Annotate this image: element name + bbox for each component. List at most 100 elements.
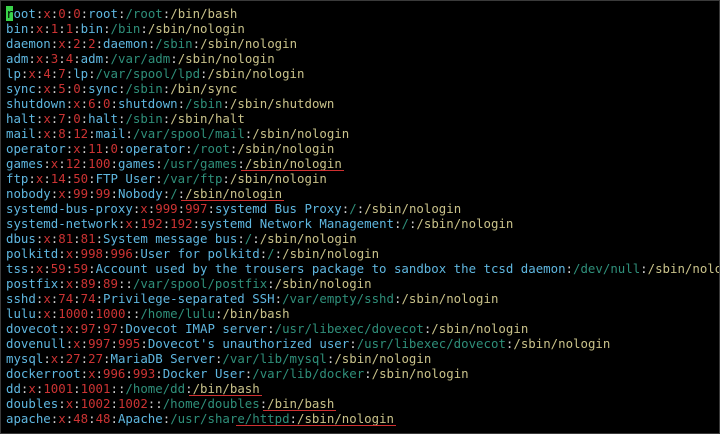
passwd-username: operator (6, 141, 66, 156)
passwd-gecos: daemon (103, 36, 148, 51)
passwd-username: daemon (6, 36, 51, 51)
field-separator: : (185, 141, 193, 156)
field-separator: : (125, 306, 133, 321)
passwd-line: mysql:x:27:27:MariaDB Server:/var/lib/my… (6, 351, 719, 366)
passwd-password-field: x (43, 306, 51, 321)
passwd-uid: 7 (58, 111, 66, 126)
passwd-gid: 100 (88, 156, 111, 171)
passwd-gid: 89 (103, 276, 118, 291)
field-separator: : (110, 156, 118, 171)
passwd-uid: 192 (140, 216, 163, 231)
passwd-home-dir: /var/spool/lpd (95, 66, 201, 81)
field-separator: : (88, 126, 96, 141)
passwd-gecos: Docker User (162, 366, 245, 381)
field-separator: : (110, 96, 118, 111)
field-separator: : (140, 21, 148, 36)
passwd-uid: 48 (73, 411, 89, 426)
passwd-username: sshd (6, 291, 36, 306)
passwd-home-dir: /sbin (155, 36, 193, 51)
passwd-uid: 11 (88, 141, 104, 156)
passwd-gecos: systemd Bus Proxy (214, 201, 342, 216)
field-separator: : (640, 261, 648, 276)
passwd-username: doubles (6, 396, 59, 411)
passwd-shell: /sbin/nologin (244, 156, 342, 171)
field-separator: : (289, 411, 298, 426)
passwd-shell: /sbin/nologin (237, 141, 335, 156)
passwd-shell: /bin/sync (170, 81, 238, 96)
passwd-line: apache:x:48:48:Apache:/usr/share/httpd:/… (6, 411, 719, 426)
passwd-username: bin (6, 21, 29, 36)
field-separator: : (155, 156, 163, 171)
passwd-username: dovenull (6, 336, 66, 351)
passwd-line: lp:x:4:7:lp:/var/spool/lpd:/sbin/nologin (6, 66, 719, 81)
passwd-password-field: x (140, 201, 148, 216)
passwd-uid: 6 (88, 96, 96, 111)
field-separator: : (140, 336, 148, 351)
passwd-uid: 27 (65, 351, 81, 366)
passwd-uid: 0 (58, 6, 66, 21)
passwd-line: dovecot:x:97:97:Dovecot IMAP server:/usr… (6, 321, 719, 336)
field-separator: : (58, 276, 66, 291)
passwd-shell: /sbin/nologin (229, 171, 327, 186)
passwd-gecos: bin (80, 21, 104, 36)
passwd-password-field: x (43, 291, 51, 306)
passwd-gid: 192 (170, 216, 193, 231)
field-separator: : (43, 171, 51, 186)
field-separator: : (73, 321, 81, 336)
field-separator: : (95, 321, 104, 336)
passwd-password-field: x (28, 66, 36, 81)
passwd-username: mysql (6, 351, 44, 366)
field-separator: : (88, 186, 96, 201)
passwd-gid: 97 (103, 321, 118, 336)
passwd-shell: /sbin/nologin (200, 36, 298, 51)
passwd-line: doubles:x:1002:1002::/home/doubles:/bin/… (6, 396, 719, 411)
passwd-shell: /sbin/nologin (274, 276, 372, 291)
terminal-window[interactable]: root:x:0:0:root:/root:/bin/bash bin:x:1:1… (0, 0, 720, 434)
passwd-username: halt (6, 111, 36, 126)
passwd-home-dir: /usr/libexec/dovecot (274, 321, 424, 336)
field-separator: : (73, 21, 81, 36)
field-separator: : (125, 126, 133, 141)
passwd-gecos: MariaDB Server (110, 351, 215, 366)
field-separator: : (237, 156, 245, 171)
field-separator: : (110, 381, 118, 396)
passwd-home-dir: /home/lulu (140, 306, 215, 321)
passwd-gid: 995 (117, 336, 141, 351)
passwd-uid: 89 (80, 276, 96, 291)
passwd-uid: 4 (43, 66, 51, 81)
passwd-gid: 1000 (95, 306, 126, 321)
passwd-uid: 97 (80, 321, 96, 336)
passwd-line: polkitd:x:998:996:User for polkitd:/:/sb… (6, 246, 719, 261)
field-separator: : (73, 246, 81, 261)
passwd-gecos: Nobody (117, 186, 163, 201)
field-separator: : (73, 51, 81, 66)
passwd-home-dir: /var/ftp (162, 171, 223, 186)
field-separator: : (80, 96, 89, 111)
field-separator: : (43, 261, 51, 276)
field-separator: : (73, 396, 81, 411)
passwd-gid: 59 (73, 261, 89, 276)
passwd-uid: 996 (103, 366, 126, 381)
passwd-gecos: systemd Network Management (200, 216, 394, 231)
passwd-home-dir: /sbin (185, 96, 223, 111)
field-separator: : (80, 36, 89, 51)
passwd-password-field: x (73, 336, 81, 351)
passwd-home-dir: /usr/libexec/dovecot (356, 336, 506, 351)
passwd-shell: /sbin/nologin (177, 51, 275, 66)
passwd-gid: 1001 (80, 381, 111, 396)
passwd-home-dir: /var/empty/sshd (282, 291, 394, 306)
field-separator: : (73, 291, 81, 306)
passwd-gecos: Account used by the trousers package to … (95, 261, 566, 276)
passwd-username: dovecot (6, 321, 59, 336)
passwd-password-field: x (28, 381, 36, 396)
field-separator: : (95, 291, 104, 306)
field-separator: : (80, 141, 89, 156)
field-separator: : (125, 276, 133, 291)
passwd-gid: 74 (80, 291, 96, 306)
passwd-uid: 1000 (58, 306, 89, 321)
passwd-shell: /sbin/nologin (297, 411, 394, 426)
field-separator: : (88, 306, 96, 321)
field-separator: : (73, 231, 81, 246)
passwd-shell: /sbin/nologin (259, 231, 357, 246)
field-separator: : (95, 231, 104, 246)
